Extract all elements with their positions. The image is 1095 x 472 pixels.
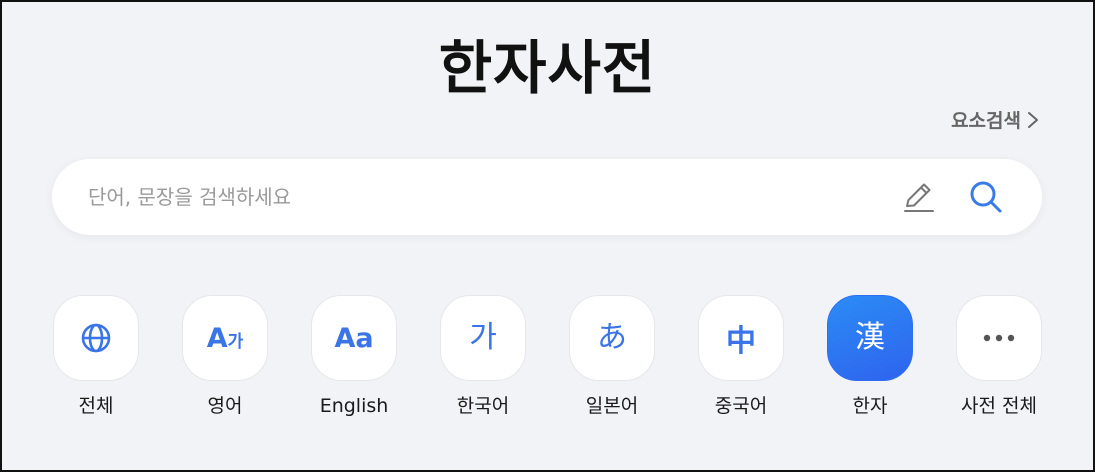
category-english[interactable]: Aa English [311,295,397,418]
japanese-icon: あ [597,320,627,355]
category-hanja[interactable]: 漢 한자 [827,295,913,418]
category-tile: 가 [440,295,526,381]
category-chinese[interactable]: 中 중국어 [698,295,784,418]
search-input[interactable] [88,177,868,217]
app-frame: 한자사전 요소검색 전체 [0,0,1095,472]
category-korean[interactable]: 가 한국어 [440,295,526,418]
chinese-icon: 中 [726,324,756,359]
category-label: 영어 [207,395,243,417]
page-title: 한자사전 [438,34,657,102]
category-all-dictionaries[interactable]: 사전 전체 [956,295,1042,418]
category-tile: A가 [182,295,268,381]
search-icon[interactable] [966,177,1006,217]
pen-icon[interactable] [900,179,936,215]
category-label: 전체 [78,395,114,417]
category-japanese[interactable]: あ 일본어 [569,295,655,418]
category-label: 중국어 [714,395,768,417]
category-tile: あ [569,295,655,381]
chevron-right-icon [1028,111,1038,128]
category-label: 일본어 [585,395,639,417]
category-tile [53,295,139,381]
category-tile: Aa [311,295,397,381]
globe-icon [81,323,111,353]
category-tile-active: 漢 [827,295,913,381]
category-label: 한자 [852,395,888,417]
hanja-icon: 漢 [855,320,885,355]
element-search-link[interactable]: 요소검색 [951,106,1039,133]
category-all[interactable]: 전체 [53,295,139,418]
category-english-korean[interactable]: A가 영어 [182,295,268,418]
korean-icon: 가 [469,320,497,355]
category-list: 전체 A가 영어 Aa English 가 한국어 あ 일본어 中 중국어 漢 … [53,295,1043,425]
category-label: 사전 전체 [961,395,1037,417]
search-bar [52,159,1042,235]
more-icon [983,334,1015,342]
english-icon: Aa [334,322,374,354]
category-tile [956,295,1042,381]
category-label: 한국어 [456,395,510,417]
element-search-label: 요소검색 [951,110,1021,132]
category-tile: 中 [698,295,784,381]
english-korean-icon: A가 [206,322,244,354]
category-label: English [319,395,389,417]
